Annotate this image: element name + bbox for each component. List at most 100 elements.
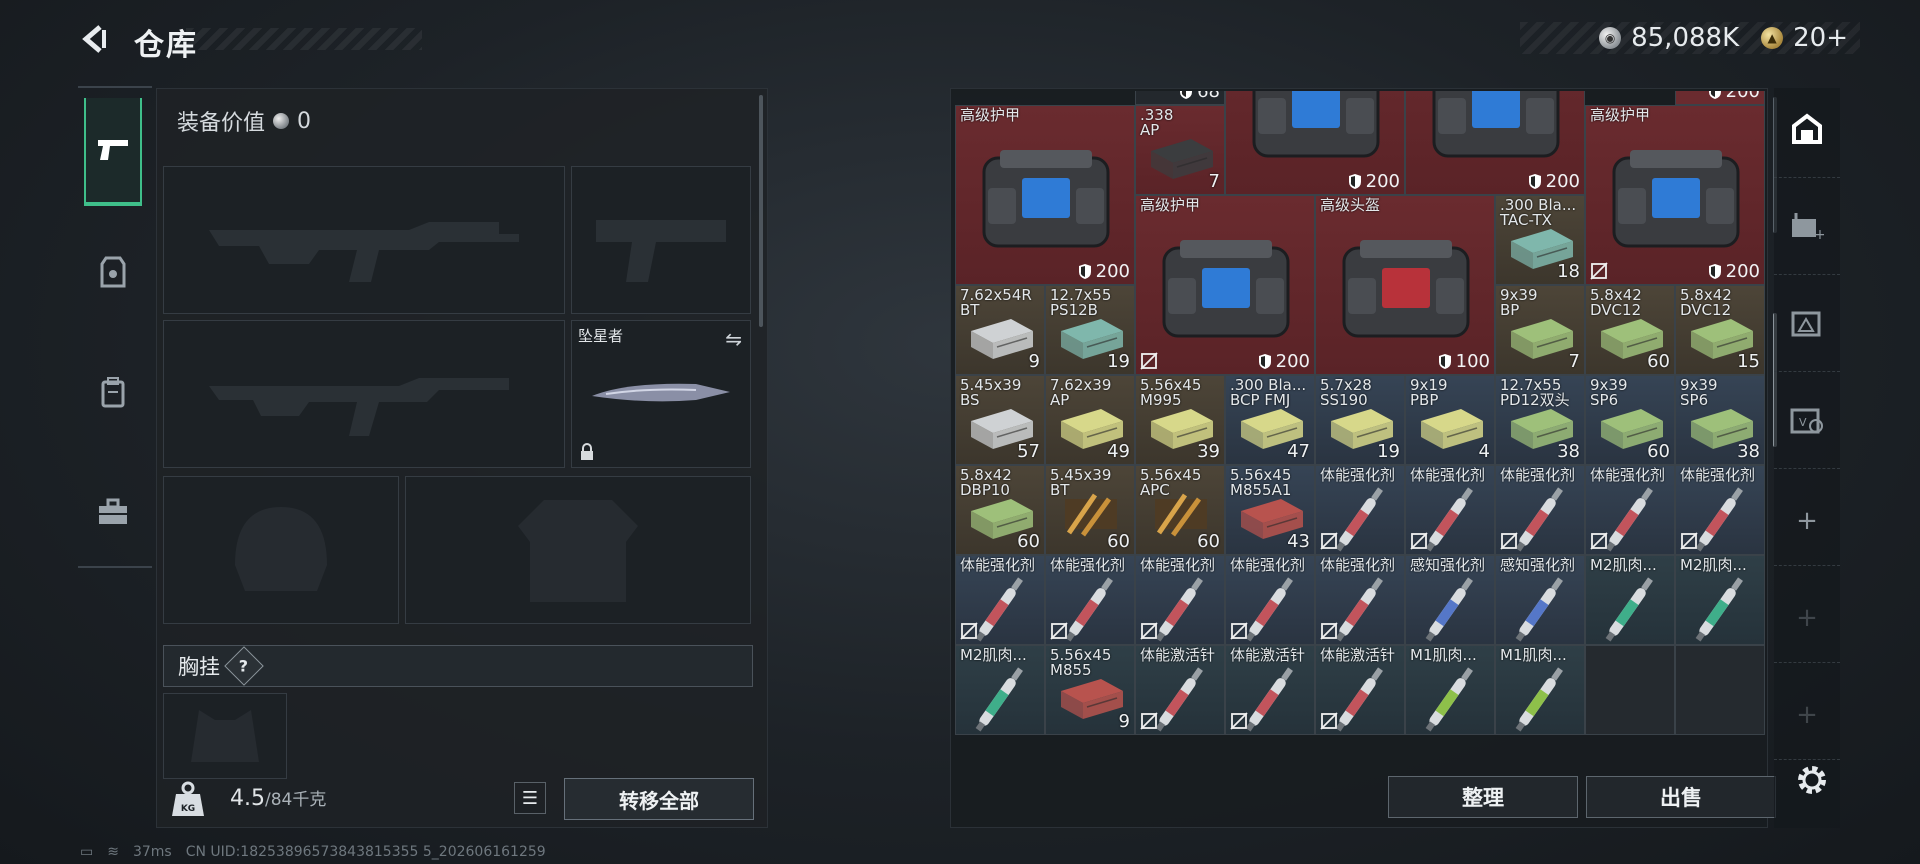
inventory-item[interactable]: 9x39 BP 7 [1495,285,1585,375]
back-button[interactable] [78,22,112,56]
container-tab-4[interactable]: + [1774,476,1840,566]
inventory-item[interactable]: 体能强化剂 [1225,555,1315,645]
inventory-item[interactable]: 体能激活针 [1315,645,1405,735]
item-count: 7 [1208,171,1220,192]
durability-value: 100 [1438,351,1490,372]
item-name: .300 Bla... TAC-TX [1500,196,1577,229]
nav-backpack[interactable] [84,338,142,446]
inventory-item[interactable]: 5.56x45 M855 9 [1045,645,1135,735]
inventory-item[interactable]: 体能激活针 [1225,645,1315,735]
item-name: 5.8x42 DBP10 [960,466,1012,499]
inventory-item[interactable]: M2肌肉... [955,645,1045,735]
inventory-item[interactable]: 体能强化剂 [1045,555,1135,645]
sidearm-slot[interactable] [571,166,751,314]
melee-slot[interactable]: 坠星者 ⇋ [571,320,751,468]
inventory-item[interactable]: 体能强化剂 [1675,465,1765,555]
inventory-item[interactable]: 7.62x39 AP 49 [1045,375,1135,465]
inventory-item[interactable]: 5.56x45 APC 60 [1135,465,1225,555]
item-count: 4 [1478,441,1490,462]
wifi-icon: ≋ [107,844,119,860]
inventory-item[interactable]: M1肌肉... [1495,645,1585,735]
help-icon[interactable]: ? [224,646,264,686]
inventory-item[interactable]: 5.56x45 M855A1 43 [1225,465,1315,555]
inventory-item[interactable]: 200 [1225,91,1405,195]
item-name: 5.56x45 M995 [1140,376,1202,409]
gear-icon[interactable] [1794,762,1830,798]
primary-weapon-slot[interactable] [163,166,565,314]
inventory-item[interactable]: 5.8x42 DVC12 60 [1585,285,1675,375]
svg-text:V: V [1799,416,1807,429]
inventory-item[interactable]: .300 Bla... TAC-TX 18 [1495,195,1585,285]
inventory-item[interactable]: M2肌肉... [1585,555,1675,645]
durability-value: 200 [1708,261,1760,282]
inventory-cell-peek[interactable]: 200 [1675,91,1765,105]
inventory-item[interactable]: 体能强化剂 [1315,555,1405,645]
inventory-item[interactable]: 体能强化剂 [1135,555,1225,645]
container-tab-2[interactable] [1774,282,1840,372]
inventory-item[interactable]: 体能强化剂 [1315,465,1405,555]
rifle-silhouette-icon [164,167,564,313]
inventory-item[interactable]: 7.62x54R BT 9 [955,285,1045,375]
container-tab-6[interactable]: + [1774,670,1840,760]
inventory-item[interactable]: 5.45x39 BS 57 [955,375,1045,465]
armor-vest-icon [100,256,126,288]
inventory-item[interactable]: 5.56x45 M995 39 [1135,375,1225,465]
inventory-item[interactable]: M1肌肉... [1405,645,1495,735]
no-drop-icon [1140,352,1158,370]
item-name: 体能强化剂 [1140,556,1216,574]
armor-slot[interactable] [405,476,751,624]
inventory-cell-peek[interactable]: 68 [1135,91,1225,105]
no-drop-icon [1320,622,1338,640]
item-name: 12.7x55 PS12B [1050,286,1112,319]
inventory-item[interactable]: 高级护甲 200 [1585,105,1765,285]
container-tab-0[interactable] [1774,88,1840,178]
item-name: 5.7x28 SS190 [1320,376,1372,409]
container-tab-5[interactable]: + [1774,573,1840,663]
inventory-item[interactable]: 感知强化剂 [1405,555,1495,645]
helmet-slot[interactable] [163,476,399,624]
inventory-item[interactable]: 体能激活针 [1135,645,1225,735]
inventory-item[interactable]: 体能强化剂 [1585,465,1675,555]
inventory-item[interactable]: 200 [1405,91,1585,195]
inventory-item[interactable]: 9x39 SP6 60 [1585,375,1675,465]
inventory-item[interactable] [1585,645,1675,735]
inventory-item[interactable]: 高级头盔 100 [1315,195,1495,375]
inventory-item[interactable]: 5.8x42 DBP10 60 [955,465,1045,555]
no-drop-icon [1050,622,1068,640]
item-count: 9 [1028,351,1040,372]
list-view-button[interactable]: ☰ [514,782,546,814]
inventory-item[interactable]: 体能强化剂 [955,555,1045,645]
inventory-item[interactable]: 5.45x39 BT 60 [1045,465,1135,555]
nav-tools[interactable] [84,458,142,566]
chest-rig-slot[interactable] [163,693,287,779]
inventory-item[interactable]: M2肌肉... [1675,555,1765,645]
inventory-item[interactable]: 高级护甲 200 [1135,195,1315,375]
silver-coin-icon: ◉ [1599,27,1622,49]
sell-button[interactable]: 出售 [1586,776,1776,818]
durability-shield-icon [1258,354,1271,369]
inventory-item[interactable] [1675,645,1765,735]
inventory-item[interactable]: 9x39 SP6 38 [1675,375,1765,465]
inventory-item[interactable]: 12.7x55 PD12双头 38 [1495,375,1585,465]
loadout-scrollbar[interactable] [759,95,763,327]
inventory-item[interactable]: 高级护甲 200 [955,105,1135,285]
inventory-item[interactable]: .300 Bla... BCP FMJ 47 [1225,375,1315,465]
sort-button[interactable]: 整理 [1388,776,1578,818]
transfer-all-button[interactable]: 转移全部 [564,778,754,820]
inventory-item[interactable]: 感知强化剂 [1495,555,1585,645]
item-name: 体能激活针 [1140,646,1216,664]
nav-weapons[interactable] [84,98,142,206]
inventory-item[interactable]: 体能强化剂 [1405,465,1495,555]
inventory-item[interactable]: 体能强化剂 [1495,465,1585,555]
durability-shield-icon [1528,174,1541,189]
container-tab-3[interactable]: V [1774,379,1840,469]
inventory-item[interactable]: .338 AP 7 [1135,105,1225,195]
container-tab-1[interactable]: + [1774,185,1840,275]
inventory-item[interactable]: 5.7x28 SS190 19 [1315,375,1405,465]
inventory-item[interactable]: 9x19 PBP 4 [1405,375,1495,465]
item-name: 高级护甲 [1140,196,1201,214]
inventory-item[interactable]: 5.8x42 DVC12 15 [1675,285,1765,375]
inventory-item[interactable]: 12.7x55 PS12B 19 [1045,285,1135,375]
nav-armor[interactable] [84,218,142,326]
secondary-weapon-slot[interactable] [163,320,565,468]
